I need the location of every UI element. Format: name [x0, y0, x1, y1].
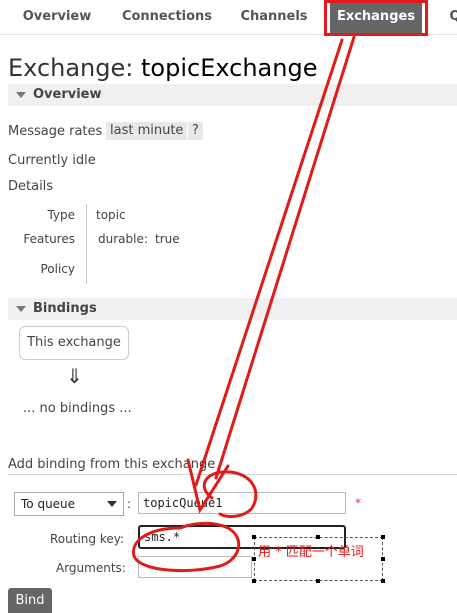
- tab-connections[interactable]: Connections: [118, 0, 216, 34]
- message-rates-select[interactable]: last minute: [106, 122, 188, 140]
- arguments-label: Arguments:: [56, 561, 126, 575]
- page-title: Exchange: topicExchange: [8, 54, 317, 82]
- details-divider: [86, 204, 87, 284]
- destination-type-value: To queue: [21, 497, 76, 511]
- resize-handle: [252, 579, 256, 583]
- bind-button[interactable]: Bind: [8, 588, 52, 613]
- add-binding-heading: Add binding from this exchange: [8, 457, 216, 472]
- title-prefix: Exchange:: [8, 54, 134, 82]
- resize-handle: [252, 557, 256, 561]
- bindings-section-label: Bindings: [33, 301, 97, 316]
- annotation-text: 用 * 匹配一个单词: [258, 545, 364, 560]
- type-label: Type: [47, 208, 75, 222]
- overview-section-label: Overview: [33, 87, 102, 102]
- details-label: Details: [8, 179, 54, 194]
- resize-handle: [381, 579, 385, 583]
- overview-section-header[interactable]: Overview: [8, 84, 457, 106]
- divider: [8, 474, 457, 475]
- chevron-down-icon: [107, 501, 117, 507]
- features-label: Features: [23, 232, 75, 246]
- status-text: Currently idle: [8, 153, 96, 168]
- collapse-arrow-icon: [16, 306, 26, 312]
- policy-label: Policy: [40, 262, 75, 276]
- tab-channels[interactable]: Channels: [230, 0, 318, 34]
- message-rates-label: Message rates: [8, 124, 103, 139]
- durable-key: durable:: [98, 232, 148, 246]
- down-arrow-icon: ⇓: [66, 364, 83, 388]
- durable-value: true: [155, 232, 180, 246]
- exchange-name: topicExchange: [141, 54, 318, 82]
- resize-handle: [252, 535, 256, 539]
- resize-handle: [381, 557, 385, 561]
- select-colon: :: [127, 497, 132, 511]
- highlight-box: [324, 0, 428, 36]
- resize-handle: [316, 535, 320, 539]
- routing-key-label: Routing key:: [50, 532, 124, 546]
- this-exchange-box: This exchange: [19, 326, 129, 360]
- tab-overview[interactable]: Overview: [8, 0, 106, 34]
- resize-handle: [381, 535, 385, 539]
- bindings-section-header[interactable]: Bindings: [8, 298, 457, 320]
- help-button[interactable]: ?: [188, 122, 203, 140]
- no-bindings-text: ... no bindings ...: [23, 401, 132, 416]
- required-mark: *: [355, 496, 361, 510]
- destination-type-select[interactable]: To queue: [14, 492, 124, 516]
- resize-handle: [316, 579, 320, 583]
- arguments-input[interactable]: [138, 556, 252, 578]
- annotation-arrow-line: [194, 38, 344, 487]
- type-value: topic: [96, 208, 126, 222]
- tab-queues[interactable]: Q: [440, 0, 457, 34]
- collapse-arrow-icon: [16, 92, 26, 98]
- destination-name-input[interactable]: topicQueue1: [138, 492, 346, 514]
